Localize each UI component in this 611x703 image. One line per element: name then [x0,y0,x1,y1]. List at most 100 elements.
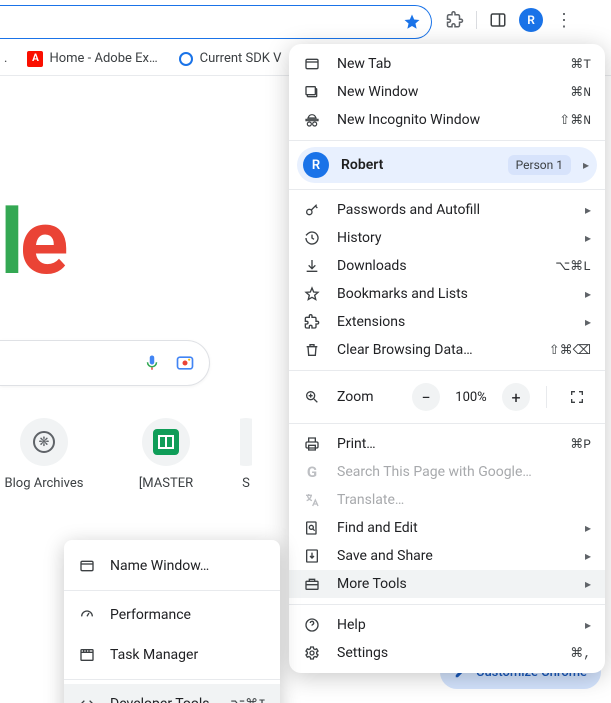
new-window-icon [303,83,321,101]
submenu-label: Name Window… [110,558,266,574]
menu-help[interactable]: Help ▸ [289,611,605,639]
profile-avatar[interactable]: R [519,8,543,32]
sidepanel-icon[interactable] [489,11,507,29]
address-bar[interactable] [0,5,432,39]
menu-shortcut: ⌘P [570,437,591,452]
logo-letter-e: e [20,190,65,295]
menu-translate: Translate… [289,486,605,514]
search-box[interactable] [0,340,210,386]
menu-label: Help [337,617,569,633]
zoom-value: 100% [450,390,492,405]
menu-label: Find and Edit [337,520,569,536]
menu-more-tools[interactable]: More Tools ▸ [289,570,605,598]
menu-profile[interactable]: R Robert Person 1 ▸ [297,147,597,183]
task-icon [78,646,96,664]
shortcut-tile[interactable]: S [240,418,252,491]
menu-label: Search This Page with Google… [337,464,591,480]
bookmark-label: Home - Adobe Ex… [49,51,157,66]
menu-find[interactable]: Find and Edit ▸ [289,514,605,542]
menu-label: New Window [337,84,554,100]
bookmark-item[interactable]: Current SDK V [172,47,288,71]
menu-label: Print… [337,436,554,452]
shortcut-label: Blog Archives [5,476,84,491]
shortcut-tile[interactable]: [MASTER [118,418,214,491]
ntp-shortcuts: on… Blog Archives [MASTER S [0,418,252,491]
chevron-right-icon: ▸ [583,158,589,172]
profile-name: Robert [341,157,496,173]
chevron-right-icon: ▸ [585,577,591,591]
chevron-right-icon: ▸ [585,618,591,632]
shortcut-label: [MASTER [139,476,193,491]
sdk-icon [178,51,194,67]
menu-label: History [337,230,569,246]
submenu-developer-tools[interactable]: Developer Tools ⌥⌘I [64,684,280,703]
kebab-menu-icon[interactable]: ⋮ [555,10,573,31]
extensions-icon[interactable] [446,11,464,29]
more-tools-submenu: Name Window… Performance Task Manager De… [64,540,280,703]
submenu-shortcut: ⌥⌘I [230,697,266,703]
menu-print[interactable]: Print… ⌘P [289,430,605,458]
submenu-label: Performance [110,607,266,623]
menu-new-tab[interactable]: New Tab ⌘T [289,50,605,78]
menu-zoom: Zoom − 100% + [289,377,605,417]
menu-label: More Tools [337,576,569,592]
mic-icon[interactable] [143,354,161,372]
fullscreen-button[interactable] [563,383,591,411]
chevron-right-icon: ▸ [585,287,591,301]
menu-shortcut: ⌘N [570,85,591,100]
menu-save-share[interactable]: Save and Share ▸ [289,542,605,570]
menu-new-window[interactable]: New Window ⌘N [289,78,605,106]
menu-shortcut: ⇧⌘N [559,113,591,128]
download-icon [303,257,321,275]
submenu-performance[interactable]: Performance [64,595,280,635]
trash-icon [303,341,321,359]
menu-shortcut: ⇧⌘⌫ [549,343,591,358]
translate-icon [303,491,321,509]
bookmark-star-icon[interactable] [403,13,421,31]
menu-history[interactable]: History ▸ [289,224,605,252]
zoom-in-button[interactable]: + [502,383,530,411]
zoom-icon [303,388,321,406]
bookmark-label: Current SDK V [200,51,282,66]
menu-label: Settings [337,645,554,661]
menu-label: New Tab [337,56,554,72]
menu-shortcut: ⌥⌘L [555,259,591,274]
zoom-out-button[interactable]: − [412,383,440,411]
menu-extensions[interactable]: Extensions ▸ [289,308,605,336]
menu-label: New Incognito Window [337,112,543,128]
chevron-right-icon: ▸ [585,231,591,245]
shortcut-icon [240,418,252,466]
menu-incognito[interactable]: New Incognito Window ⇧⌘N [289,106,605,134]
browser-toolbar: R ⋮ [0,0,611,40]
google-logo-fragment: l e [0,190,64,295]
bookmark-item[interactable]: A Home - Adobe Ex… [21,47,163,71]
menu-divider [289,423,605,424]
chevron-right-icon: ▸ [585,549,591,563]
menu-label: Clear Browsing Data… [337,342,533,358]
menu-divider [289,370,605,371]
bookmark-item[interactable]: . [0,47,13,70]
chevron-right-icon: ▸ [585,521,591,535]
menu-passwords[interactable]: Passwords and Autofill ▸ [289,196,605,224]
menu-settings[interactable]: Settings ⌘, [289,639,605,667]
menu-label: Bookmarks and Lists [337,286,569,302]
submenu-task-manager[interactable]: Task Manager [64,635,280,675]
menu-clear-data[interactable]: Clear Browsing Data… ⇧⌘⌫ [289,336,605,364]
sheets-icon [153,429,179,455]
menu-downloads[interactable]: Downloads ⌥⌘L [289,252,605,280]
submenu-name-window[interactable]: Name Window… [64,546,280,586]
lens-icon[interactable] [175,353,195,373]
profile-avatar-icon: R [303,152,329,178]
tree-icon [33,431,55,453]
shortcut-tile[interactable]: Blog Archives [0,418,92,491]
chrome-menu: New Tab ⌘T New Window ⌘N New Incognito W… [289,44,605,673]
find-icon [303,519,321,537]
menu-divider [289,140,605,141]
key-icon [303,201,321,219]
new-tab-icon [303,55,321,73]
star-icon [303,285,321,303]
menu-label: Save and Share [337,548,569,564]
gauge-icon [78,606,96,624]
menu-bookmarks[interactable]: Bookmarks and Lists ▸ [289,280,605,308]
help-icon [303,616,321,634]
